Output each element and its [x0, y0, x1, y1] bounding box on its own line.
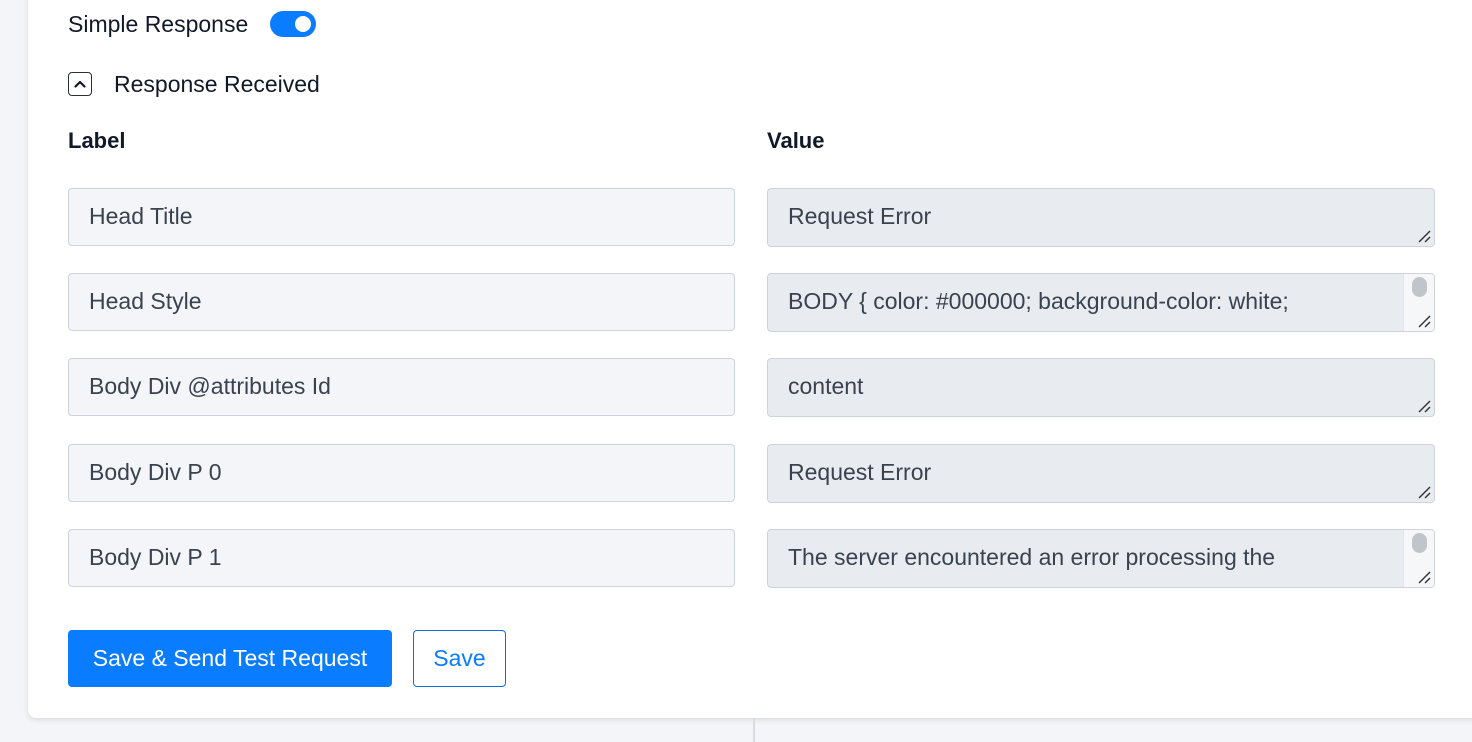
value-text: BODY { color: #000000; background-color:… — [788, 288, 1289, 314]
value-text: The server encountered an error processi… — [788, 544, 1276, 570]
label-column-header: Label — [68, 128, 126, 153]
label-field[interactable]: Head Style — [68, 273, 735, 331]
simple-response-toggle[interactable] — [270, 11, 317, 37]
value-text: Request Error — [788, 203, 932, 229]
value-text: Request Error — [788, 459, 932, 485]
value-column-header: Value — [767, 128, 825, 153]
simple-response-row: Simple Response — [68, 6, 317, 42]
value-field[interactable]: BODY { color: #000000; background-color:… — [767, 273, 1435, 332]
value-field[interactable]: Request Error — [767, 188, 1435, 247]
resize-grip-icon[interactable] — [1417, 314, 1431, 328]
value-text: content — [788, 373, 864, 399]
response-received-header: Response Received — [68, 66, 320, 102]
collapse-button[interactable] — [68, 72, 92, 96]
label-field[interactable]: Head Title — [68, 188, 735, 246]
scroll-thumb[interactable] — [1412, 277, 1427, 297]
chevron-up-icon — [74, 80, 86, 88]
value-field[interactable]: The server encountered an error processi… — [767, 529, 1435, 588]
label-field[interactable]: Body Div @attributes Id — [68, 358, 735, 416]
panel-divider — [753, 718, 755, 742]
response-received-title: Response Received — [114, 70, 320, 97]
simple-response-label: Simple Response — [68, 10, 249, 37]
resize-grip-icon[interactable] — [1417, 229, 1431, 243]
page: Simple Response Response Received Label … — [0, 0, 1472, 742]
label-field[interactable]: Body Div P 1 — [68, 529, 735, 587]
label-field[interactable]: Body Div P 0 — [68, 444, 735, 502]
resize-grip-icon[interactable] — [1417, 485, 1431, 499]
value-field[interactable]: Request Error — [767, 444, 1435, 503]
save-and-send-test-request-button[interactable]: Save & Send Test Request — [68, 630, 392, 687]
scroll-thumb[interactable] — [1412, 533, 1427, 553]
resize-grip-icon[interactable] — [1417, 399, 1431, 413]
toggle-knob — [295, 16, 312, 32]
value-field[interactable]: content — [767, 358, 1435, 417]
save-button[interactable]: Save — [413, 630, 506, 687]
resize-grip-icon[interactable] — [1417, 570, 1431, 584]
